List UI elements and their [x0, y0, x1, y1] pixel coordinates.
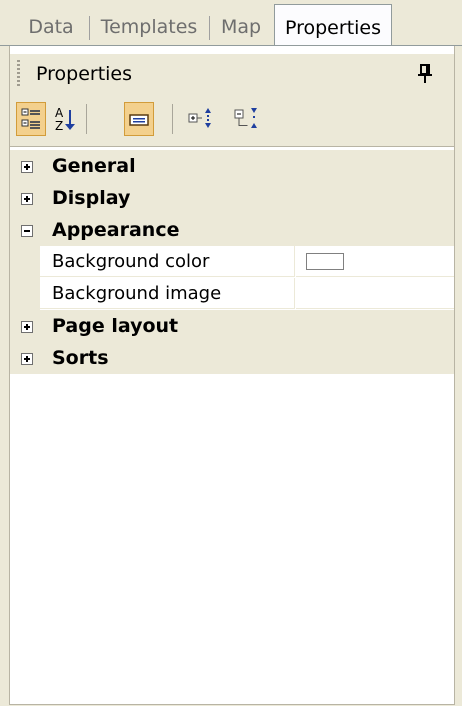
categorized-view-button[interactable]	[16, 102, 46, 136]
svg-text:A: A	[55, 106, 64, 120]
category-label: General	[52, 155, 136, 177]
svg-text:Z: Z	[55, 119, 63, 133]
drag-grip-icon[interactable]	[17, 60, 20, 88]
property-grid: General Display Appearance Background co…	[10, 150, 454, 374]
tab-properties[interactable]: Properties	[274, 4, 392, 47]
toolbar-separator	[86, 104, 87, 134]
expand-all-button[interactable]	[186, 102, 216, 136]
expand-icon[interactable]	[21, 193, 33, 205]
tab-templates[interactable]: Templates	[96, 10, 202, 45]
property-row-background-image[interactable]: Background image	[10, 278, 454, 310]
collapse-all-button[interactable]	[232, 102, 262, 136]
collapse-icon[interactable]	[21, 225, 33, 237]
properties-panel: Properties A Z General Display Appearanc…	[9, 46, 455, 705]
tab-separator	[89, 16, 90, 40]
expand-icon[interactable]	[21, 353, 33, 365]
category-label: Appearance	[52, 219, 180, 241]
property-pages-button[interactable]	[124, 102, 154, 136]
category-row-sorts[interactable]: Sorts	[10, 342, 454, 374]
category-row-general[interactable]: General	[10, 150, 454, 182]
tab-strip: Data Templates Map Properties	[0, 0, 462, 47]
alphabetical-sort-icon: A Z	[55, 106, 75, 133]
category-row-page-layout[interactable]: Page layout	[10, 310, 454, 342]
tab-data[interactable]: Data	[18, 10, 84, 45]
property-pages-icon	[129, 114, 149, 126]
panel-title: Properties	[36, 63, 133, 85]
tab-separator	[209, 16, 210, 40]
category-label: Page layout	[52, 315, 179, 337]
row-gutter	[10, 246, 40, 278]
color-swatch[interactable]	[306, 253, 344, 270]
property-value-background-color[interactable]	[296, 246, 454, 277]
property-toolbar: A Z	[10, 94, 454, 147]
panel-header: Properties	[10, 54, 454, 94]
collapse-all-icon	[234, 108, 257, 128]
category-row-appearance[interactable]: Appearance	[10, 214, 454, 246]
expand-icon[interactable]	[21, 161, 33, 173]
expand-all-icon	[188, 108, 211, 128]
row-gutter	[10, 278, 40, 310]
property-value-background-image[interactable]	[296, 278, 454, 309]
categorized-view-icon	[21, 108, 40, 129]
property-name[interactable]: Background color	[40, 246, 295, 277]
tab-map[interactable]: Map	[214, 10, 268, 45]
category-label: Display	[52, 187, 131, 209]
toolbar-separator	[172, 104, 173, 134]
property-row-background-color[interactable]: Background color	[10, 246, 454, 278]
alphabetical-sort-button[interactable]: A Z	[50, 102, 80, 136]
property-name[interactable]: Background image	[40, 278, 295, 309]
expand-icon[interactable]	[21, 321, 33, 333]
category-row-display[interactable]: Display	[10, 182, 454, 214]
pin-icon[interactable]	[418, 62, 432, 84]
category-label: Sorts	[52, 347, 109, 369]
